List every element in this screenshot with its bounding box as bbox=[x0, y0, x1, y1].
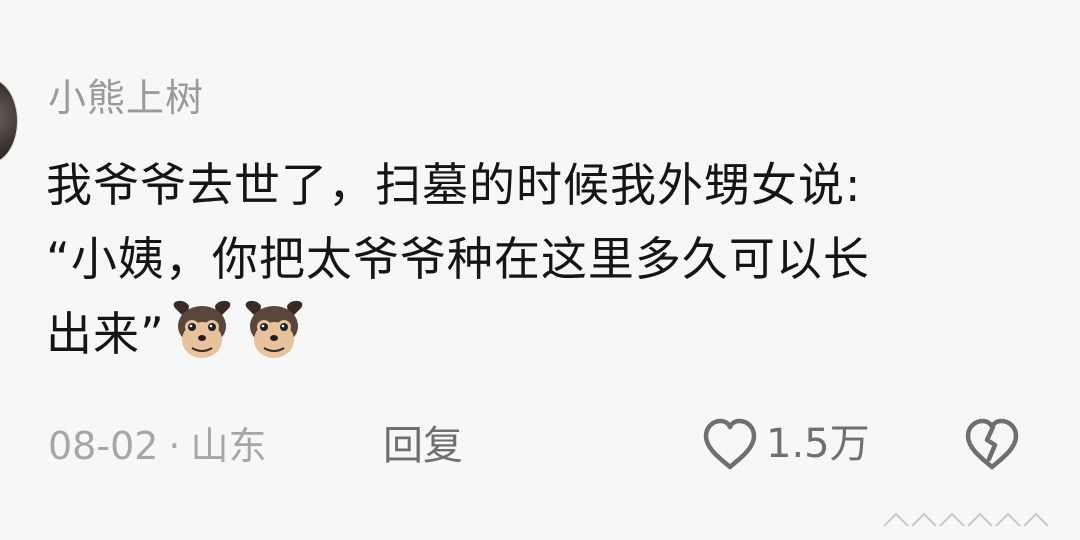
comment-meta: 08-02 · 山东 bbox=[48, 418, 267, 474]
comment-line-1: 我爷爷去世了，扫墓的时候我外甥女说: bbox=[46, 158, 862, 212]
meta-separator: · bbox=[168, 424, 181, 468]
like-button[interactable]: 1.5万 bbox=[700, 414, 870, 474]
avatar[interactable] bbox=[0, 78, 18, 164]
watermark-logo bbox=[883, 512, 1049, 527]
comment-date: 08-02 bbox=[48, 424, 159, 468]
comment-line-3-text: 出来” bbox=[46, 307, 165, 361]
dog-face-emoji bbox=[173, 300, 231, 358]
comment-card: 小熊上树 我爷爷去世了，扫墓的时候我外甥女说: “小姨，你把太爷爷种在这里多久可… bbox=[0, 0, 1080, 540]
comment-location: 山东 bbox=[190, 424, 267, 468]
comment-line-2: “小姨，你把太爷爷种在这里多久可以长 bbox=[46, 232, 870, 286]
like-count: 1.5万 bbox=[766, 421, 870, 467]
comment-line-3: 出来” bbox=[46, 296, 1036, 371]
username[interactable]: 小熊上树 bbox=[48, 72, 204, 124]
heart-outline-icon bbox=[703, 418, 757, 470]
dog-face-emoji bbox=[245, 300, 303, 358]
broken-heart-icon[interactable] bbox=[962, 414, 1022, 474]
comment-text: 我爷爷去世了，扫墓的时候我外甥女说: “小姨，你把太爷爷种在这里多久可以长 出来… bbox=[46, 148, 1036, 371]
reply-button[interactable]: 回复 bbox=[383, 418, 463, 474]
